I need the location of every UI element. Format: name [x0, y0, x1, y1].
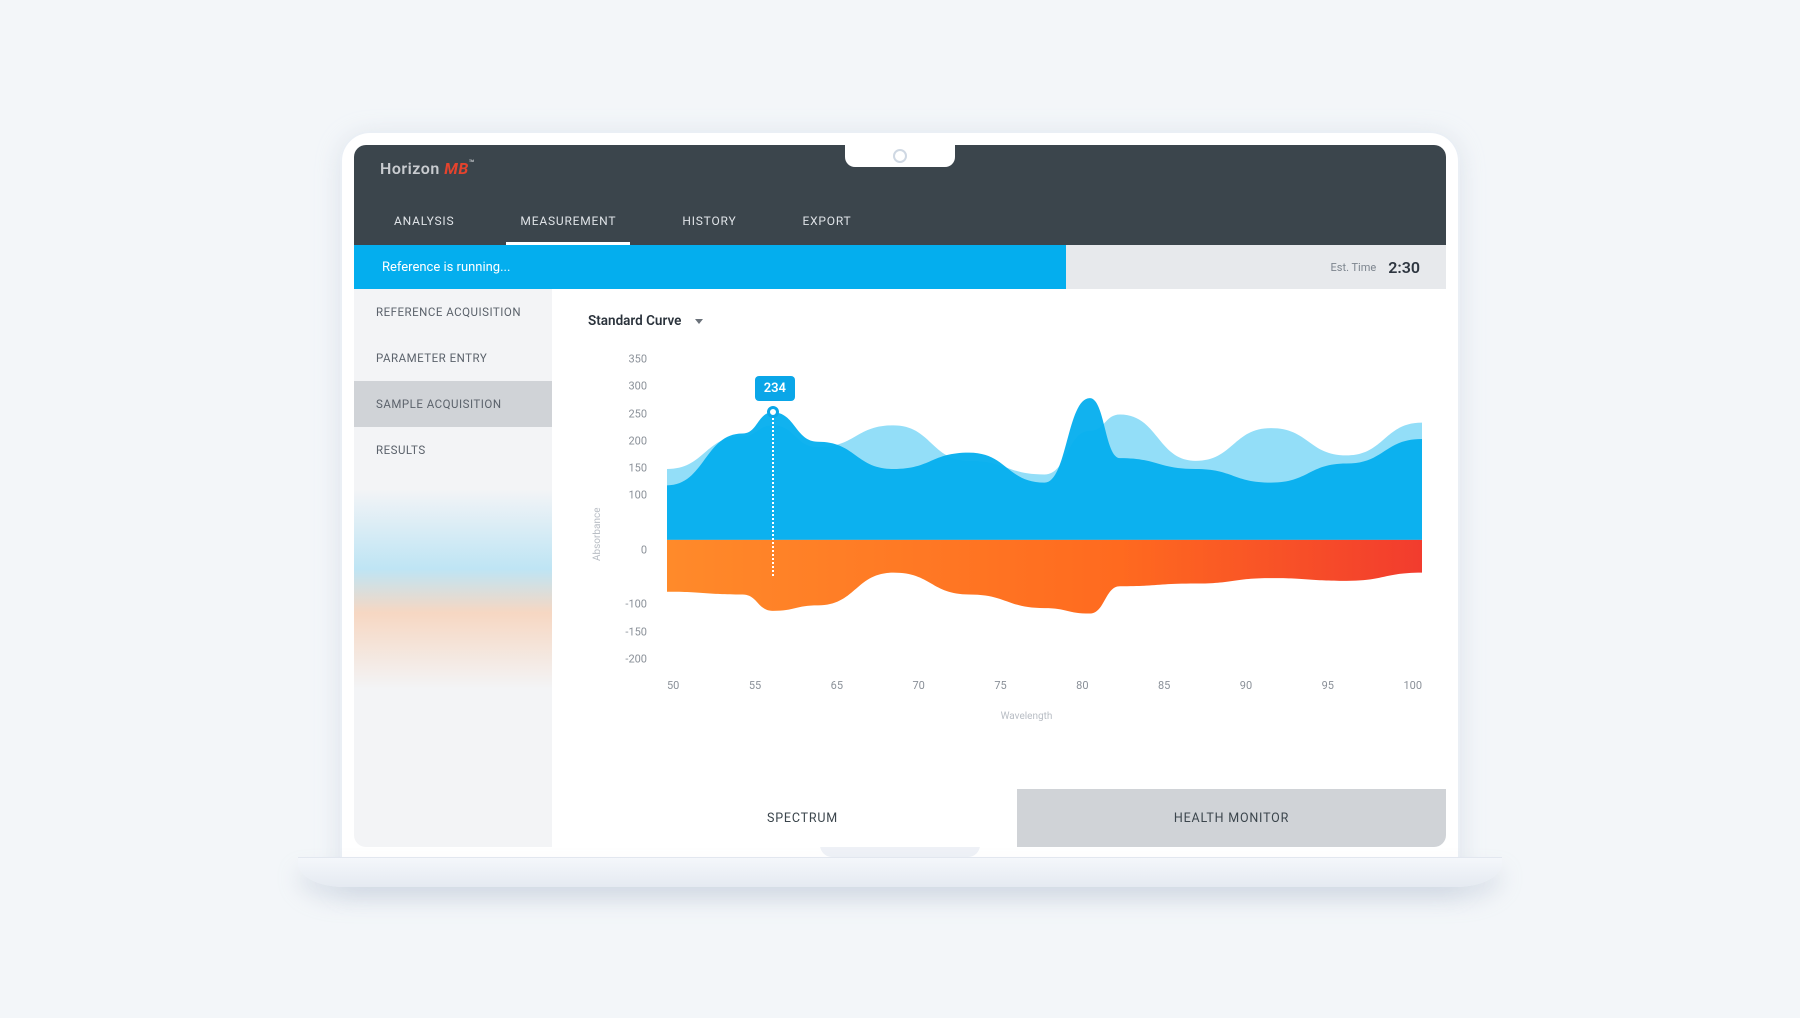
- y-tick: 150: [628, 462, 647, 475]
- tab-spectrum[interactable]: SPECTRUM: [588, 789, 1017, 847]
- y-tick: 200: [628, 434, 647, 447]
- y-tick: 350: [628, 353, 647, 366]
- y-tick: -150: [625, 625, 647, 638]
- x-tick: 70: [912, 679, 924, 692]
- x-tick: 80: [1076, 679, 1088, 692]
- sidebar-item-parameter-entry[interactable]: PARAMETER ENTRY: [354, 335, 552, 381]
- y-tick: 250: [628, 407, 647, 420]
- brand-prefix: Horizon: [380, 159, 444, 178]
- brand-trademark: ™: [469, 159, 475, 169]
- x-tick: 100: [1403, 679, 1422, 692]
- chart-container: Absorbance 350 300 250 200 150 100 0 -100 -150 -2…: [588, 339, 1446, 789]
- x-axis-ticks: 50 55 65 70 75 80 85 90 95 100: [667, 679, 1422, 692]
- tab-measurement[interactable]: MEASUREMENT: [506, 204, 630, 245]
- chart-marker-line: [772, 418, 774, 576]
- status-time-panel: Est. Time 2:30: [1066, 245, 1446, 289]
- chart-plot[interactable]: 234: [667, 349, 1422, 649]
- tab-health-monitor[interactable]: HEALTH MONITOR: [1017, 789, 1446, 847]
- y-tick: 300: [628, 380, 647, 393]
- y-tick: 100: [628, 489, 647, 502]
- nav-tabs: ANALYSIS MEASUREMENT HISTORY EXPORT: [380, 204, 1420, 245]
- curve-type-dropdown[interactable]: Standard Curve: [588, 307, 1446, 339]
- sidebar: REFERENCE ACQUISITION PARAMETER ENTRY SA…: [354, 289, 552, 847]
- brand-suffix: MB: [444, 159, 469, 178]
- x-tick: 85: [1158, 679, 1170, 692]
- status-row: Reference is running... Est. Time 2:30: [354, 245, 1446, 289]
- tab-export[interactable]: EXPORT: [788, 204, 865, 245]
- sidebar-item-sample-acquisition[interactable]: SAMPLE ACQUISITION: [354, 381, 552, 427]
- est-time-value: 2:30: [1388, 258, 1420, 277]
- sidebar-item-results[interactable]: RESULTS: [354, 427, 552, 473]
- y-tick: -200: [625, 653, 647, 666]
- laptop-notch: [845, 145, 955, 167]
- app-screen: Horizon MB™ ANALYSIS MEASUREMENT HISTORY…: [354, 145, 1446, 847]
- y-axis-label: Absorbance: [588, 339, 607, 789]
- laptop-frame: Horizon MB™ ANALYSIS MEASUREMENT HISTORY…: [340, 131, 1460, 887]
- curve-type-label: Standard Curve: [588, 313, 681, 329]
- bottom-tabs: SPECTRUM HEALTH MONITOR: [588, 789, 1446, 847]
- x-tick: 95: [1322, 679, 1334, 692]
- x-tick: 65: [831, 679, 843, 692]
- x-tick: 55: [749, 679, 761, 692]
- tab-analysis[interactable]: ANALYSIS: [380, 204, 468, 245]
- y-tick: 0: [641, 543, 647, 556]
- x-tick: 50: [667, 679, 679, 692]
- laptop-base: [298, 857, 1502, 887]
- y-tick: -100: [625, 598, 647, 611]
- chart-marker-badge: 234: [755, 376, 795, 401]
- tab-history[interactable]: HISTORY: [668, 204, 750, 245]
- est-time-label: Est. Time: [1331, 261, 1377, 274]
- content-panel: Standard Curve Absorbance 350 300 250 200 15…: [552, 289, 1446, 847]
- chevron-down-icon: [695, 319, 703, 324]
- x-axis-label: Wavelength: [607, 711, 1446, 722]
- sidebar-item-reference-acquisition[interactable]: REFERENCE ACQUISITION: [354, 289, 552, 335]
- x-tick: 75: [994, 679, 1006, 692]
- chart-area: 350 300 250 200 150 100 0 -100 -150 -200 234 50 55…: [607, 339, 1446, 789]
- x-tick: 90: [1240, 679, 1252, 692]
- main-area: REFERENCE ACQUISITION PARAMETER ENTRY SA…: [354, 289, 1446, 847]
- chart-marker-dot: [767, 406, 779, 418]
- status-message: Reference is running...: [354, 245, 1066, 289]
